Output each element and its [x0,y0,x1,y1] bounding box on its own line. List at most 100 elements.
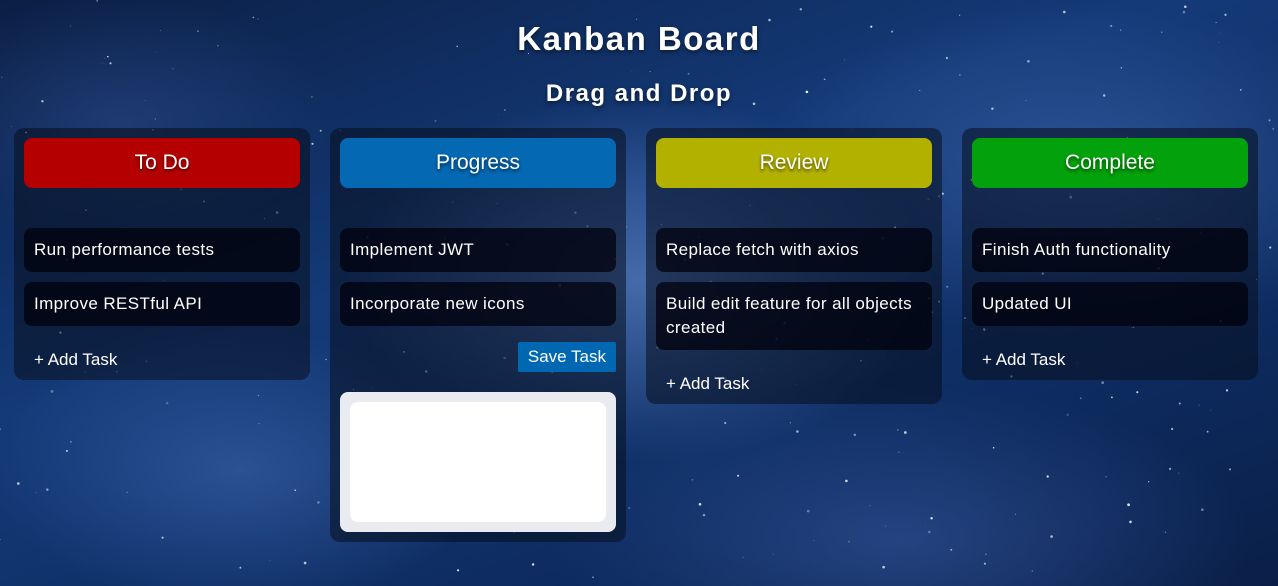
column-title-complete: Complete [1065,151,1155,174]
star [687,72,690,75]
star [294,489,296,491]
star [959,74,961,76]
star [11,126,12,127]
star [1015,513,1017,515]
star [796,430,799,433]
star [958,14,961,16]
star [1120,67,1122,69]
star [691,479,694,481]
star [882,565,885,569]
star [1169,467,1172,470]
star [1268,119,1271,122]
column-header-todo: To Do [24,138,300,188]
star [631,71,633,72]
star [869,505,871,507]
star [737,474,740,477]
star [17,482,20,485]
star [1178,402,1181,405]
column-header-complete: Complete [972,138,1248,188]
star [863,117,865,119]
task-card[interactable]: Updated UI [972,282,1248,326]
star [1031,570,1033,572]
star [592,576,594,578]
star [799,8,802,11]
star [946,285,949,288]
save-task-button[interactable]: Save Task [517,342,616,372]
add-task-button-todo[interactable]: + Add Task [24,336,300,370]
add-task-button-complete[interactable]: + Add Task [972,336,1248,370]
page-subtitle: Drag and Drop [545,80,733,107]
star [1178,472,1180,474]
star [742,556,744,558]
star [1111,396,1113,399]
star [1046,475,1049,478]
star [317,501,320,504]
star [1269,246,1272,249]
task-card[interactable]: Build edit feature for all objects creat… [656,282,932,350]
star [1200,508,1204,512]
star [628,506,631,510]
star [649,71,651,73]
star [789,422,791,424]
task-card[interactable]: Incorporate new icons [340,282,616,326]
star [1079,397,1082,400]
star [1148,481,1150,483]
task-input[interactable] [350,402,606,522]
star [1228,468,1232,471]
star [806,509,810,513]
star [126,491,128,493]
star [1063,10,1066,14]
star [898,451,900,453]
star [1224,13,1227,16]
add-task-button-review[interactable]: + Add Task [656,360,932,394]
star [456,569,460,572]
star [896,428,899,431]
task-card[interactable]: Replace fetch with axios [656,228,932,272]
star [950,548,953,551]
column-complete: Complete Finish Auth functionality Updat… [962,128,1258,380]
star [503,108,506,111]
star [1206,430,1209,433]
column-header-progress: Progress [340,138,616,188]
task-card[interactable]: Implement JWT [340,228,616,272]
star [109,62,112,65]
star [46,488,49,491]
star [498,114,500,115]
star [0,538,1,541]
star [1210,409,1212,411]
column-todo: To Do Run performance tests Improve REST… [14,128,310,380]
task-card[interactable]: Improve RESTful API [24,282,300,326]
star [239,566,242,569]
star [35,492,37,494]
star [903,431,907,434]
star [303,561,307,565]
star [154,118,157,120]
star [724,421,727,425]
star [928,530,931,534]
star [992,446,995,449]
star [50,390,54,393]
star [252,16,255,19]
task-input-container [340,392,616,532]
column-title-review: Review [759,151,829,174]
star [924,525,926,527]
star [161,536,164,539]
star [813,540,815,541]
star [1198,404,1200,406]
task-card[interactable]: Finish Auth functionality [972,228,1248,272]
star [885,525,886,527]
star [319,129,322,132]
star [1182,10,1186,14]
star [1105,476,1107,478]
star [1171,427,1174,431]
star [1129,520,1132,524]
star [1183,5,1187,9]
column-title-todo: To Do [134,151,190,174]
star [853,433,857,437]
star [102,63,103,64]
star [698,502,702,506]
column-review: Review Replace fetch with axios Build ed… [646,128,942,404]
star [930,517,933,520]
column-progress: Progress Implement JWT Incorporate new i… [330,128,626,542]
task-card[interactable]: Run performance tests [24,228,300,272]
